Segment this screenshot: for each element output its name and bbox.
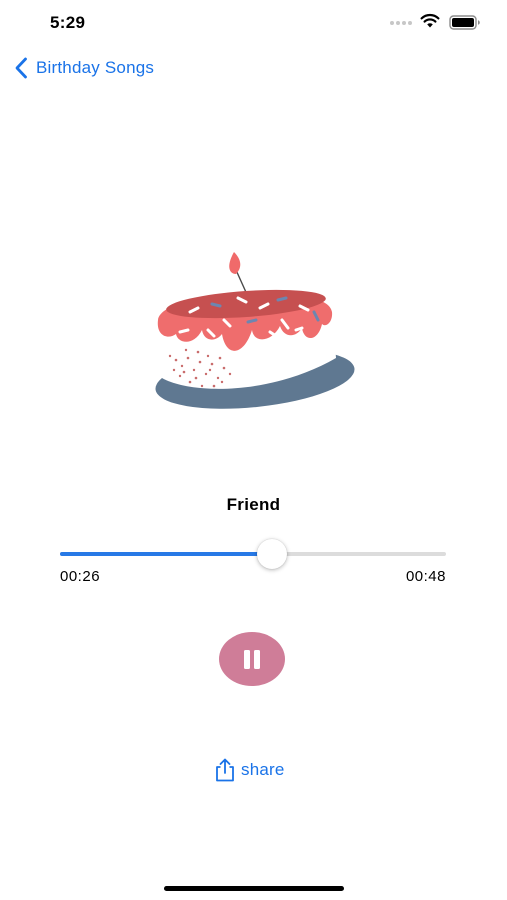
chevron-left-icon — [15, 57, 27, 79]
signal-dots-icon — [390, 21, 412, 25]
total-time: 00:48 — [405, 568, 446, 585]
share-label: share — [241, 760, 285, 779]
status-bar: 5:29 — [0, 0, 507, 46]
wifi-icon — [420, 13, 440, 28]
track-title: Friend — [226, 495, 281, 514]
back-button[interactable]: Birthday Songs — [14, 54, 154, 82]
share-button[interactable]: share — [212, 756, 285, 784]
progress-slider[interactable] — [60, 538, 446, 570]
battery-icon — [449, 15, 480, 30]
elapsed-time: 00:26 — [60, 568, 101, 585]
slider-fill — [60, 552, 273, 556]
status-time: 5:29 — [50, 13, 86, 32]
back-button-label: Birthday Songs — [36, 58, 155, 77]
pause-icon — [242, 649, 262, 669]
slider-thumb[interactable] — [257, 539, 288, 569]
birthday-cake-icon — [155, 252, 355, 409]
home-indicator[interactable] — [164, 886, 344, 891]
share-icon — [216, 758, 234, 782]
pause-button[interactable] — [219, 632, 285, 686]
